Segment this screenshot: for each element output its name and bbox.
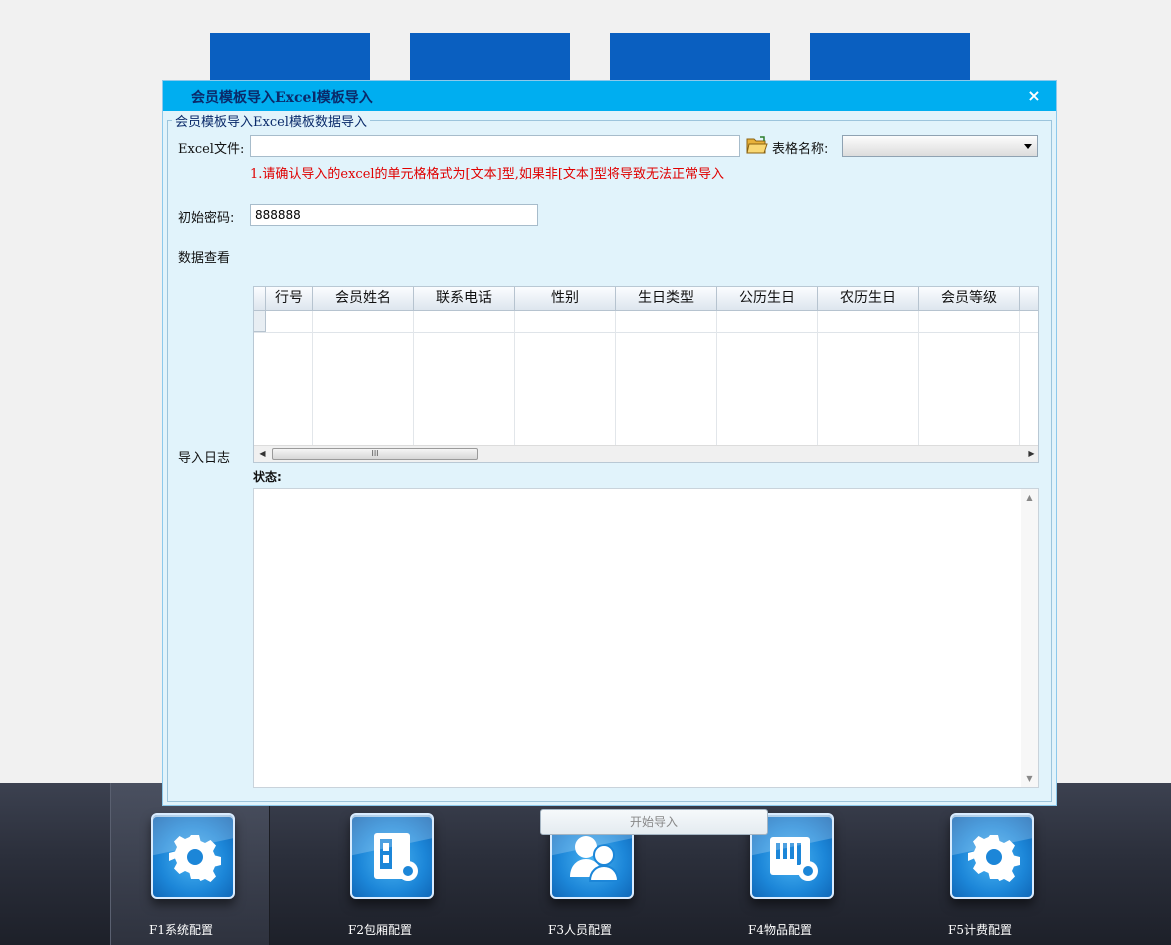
data-view-label: 数据查看	[178, 251, 231, 266]
taskbar-label: F3人员配置	[548, 923, 612, 937]
row-selector[interactable]	[254, 311, 266, 332]
data-grid[interactable]: 行号 会员姓名 联系电话 性别 生日类型 公历生日 农历生日 会员等级 ◀ II…	[253, 286, 1039, 463]
grid-col-line	[919, 311, 1020, 446]
grid-corner	[254, 287, 266, 311]
import-log-textarea[interactable]: ▲ ▼	[253, 488, 1039, 788]
room-gear-icon	[350, 813, 434, 899]
taskbar-item-staff-config[interactable]: F3人员配置	[510, 783, 670, 945]
initial-password-input[interactable]	[250, 204, 538, 226]
excel-file-label: Excel文件:	[178, 142, 245, 157]
import-groupbox: 会员模板导入Excel模板数据导入 Excel文件: 表格名称: 1.请确认导入…	[167, 111, 1052, 835]
col-header-birthday-type[interactable]: 生日类型	[616, 287, 717, 311]
grid-header: 行号 会员姓名 联系电话 性别 生日类型 公历生日 农历生日 会员等级	[254, 287, 1038, 311]
grid-col-line	[414, 311, 515, 446]
col-header-member-level[interactable]: 会员等级	[919, 287, 1020, 311]
excel-file-input[interactable]	[250, 135, 740, 157]
taskbar-label: F2包厢配置	[348, 923, 412, 937]
scroll-up-icon[interactable]: ▲	[1021, 489, 1038, 506]
close-icon[interactable]: ×	[1024, 86, 1044, 106]
top-tab-1[interactable]	[210, 33, 370, 81]
col-header-row-no[interactable]: 行号	[266, 287, 313, 311]
taskbar-label: F5计费配置	[948, 923, 1012, 937]
gear-icon	[950, 813, 1034, 899]
scroll-left-icon[interactable]: ◀	[254, 446, 271, 462]
taskbar-item-goods-config[interactable]: F4物品配置	[710, 783, 870, 945]
sheet-name-label: 表格名称:	[772, 142, 829, 157]
initial-password-label: 初始密码:	[178, 211, 235, 226]
import-log-label: 导入日志	[178, 451, 231, 466]
grid-col-line	[266, 311, 313, 446]
col-header-member-name[interactable]: 会员姓名	[313, 287, 414, 311]
taskbar-label: F4物品配置	[748, 923, 812, 937]
grid-horizontal-scrollbar[interactable]: ◀ III ▶	[254, 445, 1038, 462]
col-header-solar-birthday[interactable]: 公历生日	[717, 287, 818, 311]
group-title: 会员模板导入Excel模板数据导入	[172, 111, 370, 130]
col-header-gender[interactable]: 性别	[515, 287, 616, 311]
log-vertical-scrollbar[interactable]: ▲ ▼	[1021, 489, 1038, 787]
grid-col-line	[818, 311, 919, 446]
top-tab-2[interactable]	[410, 33, 570, 81]
import-dialog: 会员模板导入Excel模板导入 × 会员模板导入Excel模板数据导入 Exce…	[162, 80, 1057, 835]
sheet-name-dropdown[interactable]	[842, 135, 1038, 157]
grid-col-line	[313, 311, 414, 446]
taskbar-label: F1系统配置	[149, 923, 213, 937]
folder-open-icon[interactable]	[746, 135, 768, 155]
col-header-lunar-birthday[interactable]: 农历生日	[818, 287, 919, 311]
start-import-button[interactable]: 开始导入	[540, 809, 768, 835]
bottom-taskbar: F1系统配置 F2包厢配置 F3人员配置 F4物品配置 F5计费配置	[0, 783, 1171, 945]
grid-col-line	[616, 311, 717, 446]
top-tab-3[interactable]	[610, 33, 770, 81]
grid-col-line	[717, 311, 818, 446]
status-label: 状态:	[253, 470, 282, 484]
gear-icon	[151, 813, 235, 899]
scroll-right-icon[interactable]: ▶	[1023, 446, 1038, 462]
top-tab-4[interactable]	[810, 33, 970, 81]
warning-text: 1.请确认导入的excel的单元格格式为[文本]型,如果非[文本]型将导致无法正…	[250, 167, 724, 182]
scroll-down-icon[interactable]: ▼	[1021, 770, 1038, 787]
col-header-phone[interactable]: 联系电话	[414, 287, 515, 311]
grid-col-line	[515, 311, 616, 446]
taskbar-item-billing-config[interactable]: F5计费配置	[910, 783, 1070, 945]
dialog-title: 会员模板导入Excel模板导入	[191, 90, 373, 106]
taskbar-item-room-config[interactable]: F2包厢配置	[310, 783, 470, 945]
scroll-thumb[interactable]: III	[272, 448, 478, 460]
taskbar-item-system-config[interactable]: F1系统配置	[110, 783, 270, 945]
dialog-title-bar[interactable]: 会员模板导入Excel模板导入 ×	[163, 81, 1056, 111]
chevron-down-icon	[1024, 144, 1032, 149]
